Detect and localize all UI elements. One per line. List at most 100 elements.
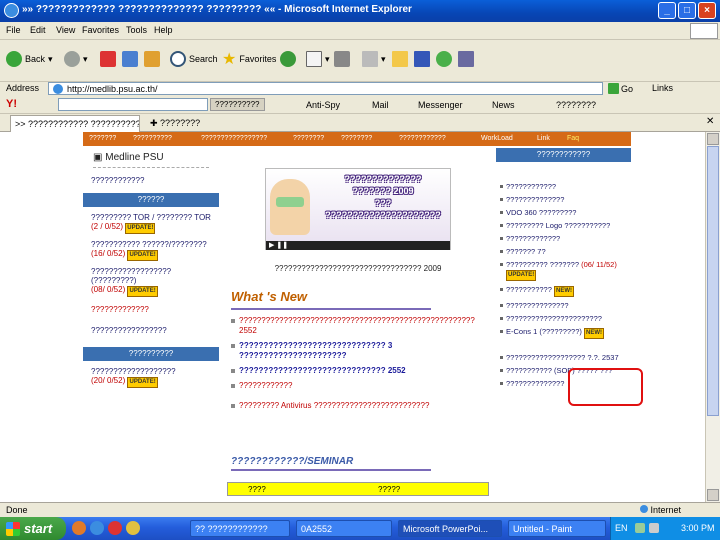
messenger-link[interactable]: Messenger <box>418 100 463 110</box>
quicklaunch-app-icon[interactable] <box>72 521 86 535</box>
right-item[interactable]: ???????????? <box>500 182 627 191</box>
scroll-down-arrow-icon[interactable] <box>707 489 719 501</box>
forward-button[interactable]: ▾ <box>64 48 88 70</box>
news-item[interactable]: ??????????? ??????/???????? (16/ 0/52) U… <box>91 240 215 261</box>
nav-activities[interactable]: ???????????? <box>399 135 446 142</box>
favorites-button[interactable]: ★ Favorites <box>222 48 276 70</box>
language-indicator[interactable]: EN <box>615 523 628 533</box>
news-link[interactable]: ????????????? <box>91 305 215 314</box>
medline-link[interactable]: ▣ Medline PSU <box>83 146 219 165</box>
right-item[interactable]: E-Cons 1 (?????????) NEW! <box>500 327 627 339</box>
right-item[interactable]: ??????????????????????? <box>500 314 627 323</box>
vertical-scrollbar[interactable] <box>705 132 720 517</box>
menu-tools[interactable]: Tools <box>126 25 147 35</box>
seminar-title: ????????????/SEMINAR <box>231 456 354 467</box>
tab-close-icon[interactable]: ✕ <box>706 116 714 127</box>
nav-link[interactable]: Link <box>537 135 550 142</box>
nav-departments[interactable]: ????????????????? <box>201 135 267 142</box>
back-button[interactable]: Back ▾ <box>6 48 53 70</box>
home-button[interactable] <box>144 48 160 70</box>
job-item[interactable]: ??????????????????? (20/ 0/52) UPDATE! <box>83 361 219 388</box>
menu-file[interactable]: File <box>6 25 21 35</box>
new-badge: NEW! <box>583 328 604 339</box>
yahoo-search-button[interactable]: ?????????? <box>210 98 265 111</box>
right-item[interactable]: ??????????????? <box>500 301 627 310</box>
more-link[interactable]: ???????? <box>556 100 596 110</box>
tray-volume-icon[interactable] <box>649 523 659 533</box>
right-item[interactable]: ??????? 7? <box>500 247 627 256</box>
go-button[interactable]: Go <box>608 82 633 95</box>
medline-subtext[interactable]: ???????????? <box>83 176 219 193</box>
news-link[interactable]: News <box>492 100 515 110</box>
tab-current[interactable]: >> ???????????? ?????????? <box>10 115 140 132</box>
whats-new-item[interactable]: ????????? Antivirus ????????????????????… <box>231 401 489 411</box>
task-ie[interactable]: ?? ???????????? <box>190 520 290 537</box>
messenger-button[interactable] <box>436 48 452 70</box>
word-button[interactable] <box>414 48 430 70</box>
news-link[interactable]: ????????????????? <box>91 326 215 335</box>
update-badge: UPDATE! <box>127 286 158 297</box>
research-button[interactable] <box>458 48 474 70</box>
menu-edit[interactable]: Edit <box>30 25 46 35</box>
nav-workload[interactable]: WorkLoad <box>481 135 513 142</box>
right-item[interactable]: VDO 360 ????????? <box>500 208 627 217</box>
edit-button[interactable]: ▾ <box>362 48 386 70</box>
refresh-button[interactable] <box>122 48 138 70</box>
whats-new-item[interactable]: ????????????????????????????????????????… <box>231 316 489 336</box>
right-item[interactable]: ????????? Logo ??????????? <box>500 221 627 230</box>
close-button[interactable]: × <box>698 2 716 19</box>
antispy-button[interactable]: Anti-Spy <box>306 100 340 110</box>
whats-new-item[interactable]: ???????????? <box>231 381 489 391</box>
minimize-button[interactable]: _ <box>658 2 676 19</box>
task-folder[interactable]: 0A2552 <box>296 520 392 537</box>
whats-new-item[interactable]: ?????????????????????????????? 2552 <box>231 366 489 376</box>
tray-network-icon[interactable] <box>635 523 645 533</box>
task-paint[interactable]: Untitled - Paint <box>508 520 606 537</box>
task-powerpoint[interactable]: Microsoft PowerPoi... <box>398 520 502 537</box>
right-item[interactable]: ??????????? NEW! <box>500 285 627 297</box>
quicklaunch-media-icon[interactable] <box>108 521 122 535</box>
mail-button[interactable]: ▾ <box>306 48 330 70</box>
search-button[interactable]: Search <box>170 48 218 70</box>
menu-view[interactable]: View <box>56 25 75 35</box>
stop-button[interactable] <box>100 48 116 70</box>
yahoo-logo-icon: Y! <box>6 98 17 110</box>
right-item[interactable]: ????????????? <box>500 234 627 243</box>
yahoo-search-input[interactable] <box>58 98 208 111</box>
video-controls[interactable]: ▶ ❚❚ <box>266 241 450 250</box>
status-bar: Done Internet <box>0 502 720 517</box>
scroll-up-arrow-icon[interactable] <box>707 133 719 145</box>
nav-library[interactable]: ???????? <box>293 135 324 142</box>
messenger-icon <box>436 51 452 67</box>
window-title: »» ????????????? ?????????????? ????????… <box>22 4 412 15</box>
start-button[interactable]: start <box>0 517 66 540</box>
news-item[interactable]: ?????????????????? (?????????) (08/ 0/52… <box>91 267 215 297</box>
update-badge: UPDATE! <box>127 377 158 388</box>
quicklaunch-folder-icon[interactable] <box>126 521 140 535</box>
nav-faq[interactable]: Faq <box>567 135 579 142</box>
links-label[interactable]: Links <box>652 83 673 93</box>
page-content: ??????? ?????????? ????????????????? ???… <box>0 132 705 517</box>
quicklaunch-ie-icon[interactable] <box>90 521 104 535</box>
right-item[interactable]: ??????????????????? ?.?. 2537 <box>500 353 627 362</box>
menu-help[interactable]: Help <box>154 25 173 35</box>
print-button[interactable] <box>334 48 350 70</box>
mail-link[interactable]: Mail <box>372 100 389 110</box>
right-item[interactable]: ?????????????? <box>500 195 627 204</box>
scroll-thumb[interactable] <box>707 146 719 416</box>
nav-projects[interactable]: ???????? <box>341 135 372 142</box>
new-tab-button[interactable]: ✚ ???????? <box>150 118 200 129</box>
history-button[interactable] <box>280 48 296 70</box>
folder-button[interactable] <box>392 48 408 70</box>
menu-favorites[interactable]: Favorites <box>82 25 119 35</box>
right-item[interactable]: ?????????? ??????? (06/ 11/52) UPDATE! <box>500 260 627 281</box>
address-input[interactable]: http://medlib.psu.ac.th/ <box>48 82 603 95</box>
news-item[interactable]: ????????? TOR / ???????? TOR (2 / 0/52) … <box>91 213 215 234</box>
website: ??????? ?????????? ????????????????? ???… <box>83 132 643 517</box>
whats-new-item[interactable]: ?????????????????????????????? 3 ???????… <box>231 341 489 361</box>
nav-home[interactable]: ??????? <box>89 135 116 142</box>
nav-about[interactable]: ?????????? <box>133 135 172 142</box>
promo-banner[interactable]: ?????????????? ??????? 2009 ??? ????????… <box>265 168 451 250</box>
maximize-button[interactable]: □ <box>678 2 696 19</box>
news-header: ?????? <box>83 193 219 207</box>
